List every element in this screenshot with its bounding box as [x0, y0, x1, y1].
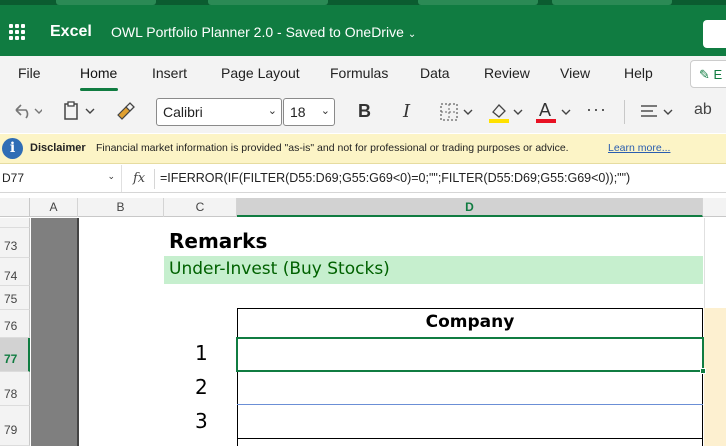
tab-view[interactable]: View [560, 65, 590, 81]
select-all-corner[interactable] [0, 198, 30, 217]
font-size-value: 18 [290, 104, 306, 120]
format-painter-icon[interactable] [114, 101, 136, 125]
tab-data[interactable]: Data [420, 65, 450, 81]
app-name[interactable]: Excel [50, 23, 92, 41]
name-box-value: D77 [2, 171, 25, 185]
row-number-3[interactable]: 3 [195, 409, 208, 433]
titlebar-action-button[interactable] [703, 20, 726, 48]
editing-mode-button[interactable]: ✎ E [690, 60, 726, 88]
tab-insert[interactable]: Insert [152, 65, 187, 81]
learn-more-link[interactable]: Learn more... [608, 142, 670, 154]
align-icon[interactable] [640, 102, 676, 126]
remarks-cell[interactable]: Remarks [169, 229, 267, 253]
save-status: Saved to OneDrive [285, 24, 404, 40]
chevron-down-icon: ⌄ [320, 105, 330, 117]
tab-home[interactable]: Home [80, 65, 117, 81]
tab-page-layout[interactable]: Page Layout [221, 65, 300, 81]
row-header-76[interactable]: 76 [0, 310, 30, 338]
disclaimer-text: Financial market information is provided… [96, 142, 569, 154]
column-header-a[interactable]: A [30, 198, 78, 217]
column-header-b[interactable]: B [78, 198, 164, 217]
font-size-select[interactable]: 18 ⌄ [283, 98, 335, 126]
font-color-label: A [539, 100, 552, 120]
tab-help[interactable]: Help [624, 65, 653, 81]
pencil-icon: ✎ [699, 67, 710, 82]
under-invest-cell[interactable]: Under-Invest (Buy Stocks) [164, 256, 703, 284]
document-title[interactable]: OWL Portfolio Planner 2.0 - Saved to One… [111, 24, 416, 40]
formula-bar: D77 ⌄ fx =IFERROR(IF(FILTER(D55:D69;G55:… [0, 165, 726, 193]
column-headers: A B C D [0, 198, 726, 217]
row-header-partial [0, 218, 30, 228]
name-box[interactable]: D77 ⌄ [0, 165, 122, 192]
fill-handle[interactable] [700, 368, 706, 374]
ribbon-tabs: File Home Insert Page Layout Formulas Da… [0, 56, 726, 92]
bold-button[interactable]: B [358, 101, 371, 125]
borders-icon[interactable] [440, 102, 476, 126]
toolbar-divider [624, 100, 625, 124]
chevron-down-icon: ⌄ [267, 105, 277, 117]
fill-color-icon[interactable] [488, 100, 526, 124]
row-header-73[interactable]: 73 [0, 228, 30, 258]
fx-icon[interactable]: fx [133, 171, 145, 186]
row-header-75[interactable]: 75 [0, 286, 30, 310]
wrap-text-button[interactable]: ab [694, 101, 712, 125]
font-color-swatch [536, 119, 556, 123]
disclaimer-label: Disclaimer [30, 142, 86, 154]
chevron-down-icon: ⌄ [107, 171, 115, 181]
row-header-79[interactable]: 79 [0, 406, 30, 446]
paste-icon[interactable] [62, 101, 100, 125]
font-color-button[interactable]: A [536, 100, 574, 124]
row-header-74[interactable]: 74 [0, 258, 30, 286]
editing-label: E [713, 67, 723, 82]
italic-button[interactable]: I [403, 101, 410, 125]
row-header-78[interactable]: 78 [0, 372, 30, 406]
column-a-fill [31, 218, 77, 446]
active-tab-indicator [80, 88, 118, 91]
tab-review[interactable]: Review [484, 65, 530, 81]
info-icon: i [2, 138, 23, 159]
column-header-d[interactable]: D [237, 198, 703, 217]
app-launcher-icon[interactable] [9, 24, 25, 40]
undo-icon[interactable] [12, 101, 44, 125]
tab-file[interactable]: File [18, 65, 41, 81]
document-name: OWL Portfolio Planner 2.0 [111, 24, 274, 40]
chevron-down-icon: ⌄ [407, 29, 417, 40]
font-name-value: Calibri [163, 104, 203, 120]
row-number-2[interactable]: 2 [195, 375, 208, 399]
row-number-1[interactable]: 1 [195, 341, 208, 365]
tab-formulas[interactable]: Formulas [330, 65, 388, 81]
title-bar: Excel OWL Portfolio Planner 2.0 - Saved … [0, 0, 726, 56]
column-header-c[interactable]: C [164, 198, 237, 217]
more-options-button[interactable]: ··· [586, 99, 607, 123]
company-header-cell[interactable]: Company [237, 312, 703, 332]
formula-input[interactable]: =IFERROR(IF(FILTER(D55:D69;G55:G69<0)=0;… [160, 171, 630, 185]
column-e-fill [704, 308, 726, 446]
active-cell-d77[interactable] [236, 337, 704, 372]
window-tab-strip [0, 0, 726, 5]
disclaimer-bar: i Disclaimer Financial market informatio… [0, 134, 726, 164]
font-name-select[interactable]: Calibri ⌄ [156, 98, 282, 126]
row-header-77[interactable]: 77 [0, 338, 30, 372]
